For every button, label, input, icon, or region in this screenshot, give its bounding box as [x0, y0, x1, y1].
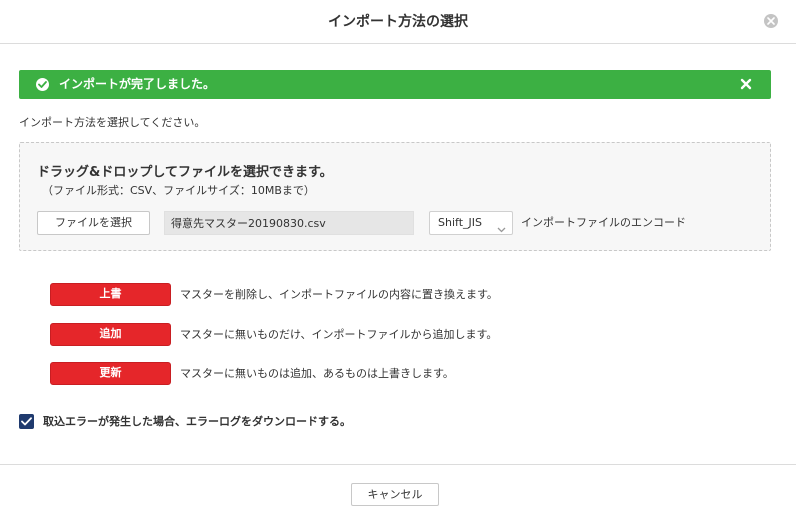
choose-file-button[interactable]: ファイルを選択 — [37, 211, 150, 235]
selected-filename: 得意先マスター20190830.csv — [164, 211, 414, 235]
add-description: マスターに無いものだけ、インポートファイルから追加します。 — [180, 328, 498, 341]
error-log-label[interactable]: 取込エラーが発生した場合、エラーログをダウンロードする。 — [43, 413, 351, 431]
encoding-select[interactable]: Shift_JIS — [429, 211, 513, 235]
alert-message: インポートが完了しました。 — [59, 77, 216, 91]
drop-zone-title: ドラッグ&ドロップしてファイルを選択できます。 — [37, 165, 333, 180]
success-alert: インポートが完了しました。 — [19, 70, 771, 99]
error-log-checkbox[interactable] — [19, 414, 34, 429]
dialog-footer: キャンセル — [0, 464, 796, 520]
add-button[interactable]: 追加 — [50, 323, 171, 346]
close-icon[interactable] — [739, 77, 753, 91]
import-method-dialog: インポート方法の選択 インポートが完了しました。 インポート方法を選択してくださ… — [0, 0, 796, 520]
close-circle-icon[interactable] — [764, 14, 778, 28]
update-button[interactable]: 更新 — [50, 362, 171, 385]
overwrite-button[interactable]: 上書 — [50, 283, 171, 306]
cancel-button[interactable]: キャンセル — [351, 483, 439, 506]
instruction-text: インポート方法を選択してください。 — [19, 116, 206, 129]
drop-zone-subtitle: （ファイル形式：CSV、ファイルサイズ：10MBまで） — [42, 184, 315, 197]
chevron-down-icon — [497, 219, 506, 241]
encoding-label: インポートファイルのエンコード — [521, 216, 686, 229]
dialog-title: インポート方法の選択 — [328, 14, 468, 30]
overwrite-description: マスターを削除し、インポートファイルの内容に置き換えます。 — [180, 288, 498, 301]
update-description: マスターに無いものは追加、あるものは上書きします。 — [180, 367, 454, 380]
encoding-value: Shift_JIS — [438, 216, 482, 229]
dialog-header: インポート方法の選択 — [0, 0, 796, 44]
file-drop-zone[interactable]: ドラッグ&ドロップしてファイルを選択できます。 （ファイル形式：CSV、ファイル… — [19, 142, 771, 251]
check-circle-icon — [36, 78, 49, 91]
